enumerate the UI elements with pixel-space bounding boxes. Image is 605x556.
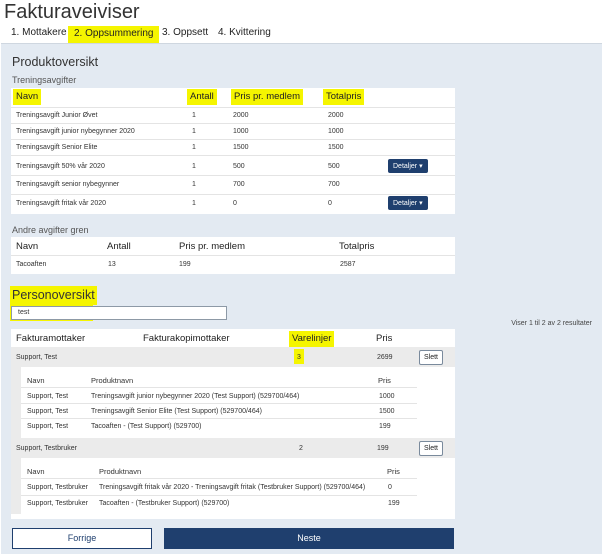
row-pris: 500 xyxy=(233,163,245,170)
neste-button[interactable]: Neste xyxy=(164,528,454,549)
row-navn: Treningsavgift fritak vår 2020 xyxy=(16,200,107,207)
line-pris: 199 xyxy=(388,500,400,507)
andre-avgifter-subheading: Andre avgifter gren xyxy=(12,225,89,235)
step-mottakere[interactable]: 1. Mottakere xyxy=(11,27,67,38)
search-input[interactable]: test xyxy=(11,306,227,320)
line-pris: 1000 xyxy=(379,393,395,400)
line-produkt: Treningsavgift Senior Elite (Test Suppor… xyxy=(91,408,262,415)
row-antall: 1 xyxy=(192,128,196,135)
row-total: 700 xyxy=(328,181,340,188)
line-pris: 1500 xyxy=(379,408,395,415)
col-navn: Navn xyxy=(27,467,45,476)
line-navn: Support, Test xyxy=(27,393,69,400)
row-varelinjer: 2 xyxy=(299,445,303,452)
details-button[interactable]: Detaljer ▾ xyxy=(388,159,428,173)
col-navn: Navn xyxy=(16,241,39,252)
row-total: 2000 xyxy=(328,112,344,119)
line-produkt: Treningsavgift fritak vår 2020 - Trening… xyxy=(99,484,366,491)
row-total: 1000 xyxy=(328,128,344,135)
produktoversikt-heading: Produktoversikt xyxy=(12,55,99,69)
personoversikt-heading: Personoversikt xyxy=(10,286,97,305)
step-oppsett[interactable]: 3. Oppsett xyxy=(162,27,208,38)
row-navn: Tacoaften xyxy=(16,261,47,268)
wizard-steps: 1. Mottakere 2. Oppsummering 3. Oppsett … xyxy=(0,26,605,43)
row-varelinjer: 3 xyxy=(294,349,304,364)
row-antall: 1 xyxy=(192,112,196,119)
step-oppsummering[interactable]: 2. Oppsummering xyxy=(68,26,160,43)
col-totalpris: Totalpris xyxy=(323,89,365,105)
line-produkt: Treningsavgift junior nybegynner 2020 (T… xyxy=(91,393,300,400)
row-pris: 0 xyxy=(233,200,237,207)
slett-button[interactable]: Slett xyxy=(419,350,443,365)
details-button[interactable]: Detaljer ▾ xyxy=(388,196,428,210)
row-total: 500 xyxy=(328,163,340,170)
line-navn: Support, Test xyxy=(27,423,69,430)
line-navn: Support, Testbruker xyxy=(27,484,88,491)
col-navn: Navn xyxy=(27,376,45,385)
slett-button[interactable]: Slett xyxy=(419,441,443,456)
col-pris: Pris xyxy=(378,376,391,385)
col-pris: Pris pr. medlem xyxy=(231,89,303,105)
row-mottaker: Support, Testbruker xyxy=(16,445,77,452)
andre-avgifter-table: Navn Antall Pris pr. medlem Totalpris Ta… xyxy=(11,237,455,274)
row-navn: Treningsavgift 50% vår 2020 xyxy=(16,163,105,170)
row-pris: 2699 xyxy=(377,354,393,361)
nested-table: Navn Produktnavn Pris Support, Test Tren… xyxy=(11,367,417,438)
col-totalpris: Totalpris xyxy=(339,241,375,252)
forrige-button[interactable]: Forrige xyxy=(12,528,152,549)
line-pris: 0 xyxy=(388,484,392,491)
col-antall: Antall xyxy=(187,89,217,105)
row-pris: 199 xyxy=(179,261,191,268)
row-total: 2587 xyxy=(340,261,356,268)
col-pris: Pris xyxy=(387,467,400,476)
row-mottaker: Support, Test xyxy=(16,354,58,361)
result-count: Viser 1 til 2 av 2 resultater xyxy=(511,320,592,327)
row-navn: Treningsavgift junior nybegynner 2020 xyxy=(16,128,135,135)
col-fakturakopimottaker: Fakturakopimottaker xyxy=(143,333,230,344)
row-pris: 2000 xyxy=(233,112,249,119)
row-antall: 13 xyxy=(108,261,116,268)
row-antall: 1 xyxy=(192,144,196,151)
row-antall: 1 xyxy=(192,181,196,188)
row-pris: 199 xyxy=(377,445,389,452)
line-produkt: Tacoaften - (Test Support) (529700) xyxy=(91,423,202,430)
row-antall: 1 xyxy=(192,163,196,170)
col-antall: Antall xyxy=(107,241,131,252)
summary-panel: Produktoversikt Treningsavgifter Navn An… xyxy=(1,43,602,554)
col-fakturamottaker: Fakturamottaker xyxy=(16,333,86,344)
row-total: 0 xyxy=(328,200,332,207)
line-navn: Support, Test xyxy=(27,408,69,415)
line-navn: Support, Testbruker xyxy=(27,500,88,507)
row-navn: Treningsavgift Senior Elite xyxy=(16,144,98,151)
row-pris: 1000 xyxy=(233,128,249,135)
line-pris: 199 xyxy=(379,423,391,430)
nested-table: Navn Produktnavn Pris Support, Testbruke… xyxy=(11,458,417,514)
col-produktnavn: Produktnavn xyxy=(91,376,134,385)
row-antall: 1 xyxy=(192,200,196,207)
table-row[interactable]: Support, Testbruker 2 199 Slett xyxy=(11,438,455,458)
row-total: 1500 xyxy=(328,144,344,151)
col-varelinjer: Varelinjer xyxy=(289,331,335,347)
col-navn: Navn xyxy=(13,89,42,105)
page-title: Fakturaveiviser xyxy=(4,1,140,23)
row-pris: 1500 xyxy=(233,144,249,151)
col-pris: Pris pr. medlem xyxy=(179,241,245,252)
row-pris: 700 xyxy=(233,181,245,188)
col-produktnavn: Produktnavn xyxy=(99,467,142,476)
col-pris: Pris xyxy=(376,333,393,344)
treningsavgifter-subheading: Treningsavgifter xyxy=(12,75,77,85)
step-kvittering[interactable]: 4. Kvittering xyxy=(218,27,271,38)
row-navn: Treningsavgift senior nybegynner xyxy=(16,181,120,188)
line-produkt: Tacoaften - (Testbruker Support) (529700… xyxy=(99,500,230,507)
treningsavgifter-table: Navn Antall Pris pr. medlem Totalpris Tr… xyxy=(11,88,455,214)
table-row[interactable]: Support, Test 3 2699 Slett xyxy=(11,347,455,367)
row-navn: Treningsavgift Junior Øvet xyxy=(16,112,98,119)
